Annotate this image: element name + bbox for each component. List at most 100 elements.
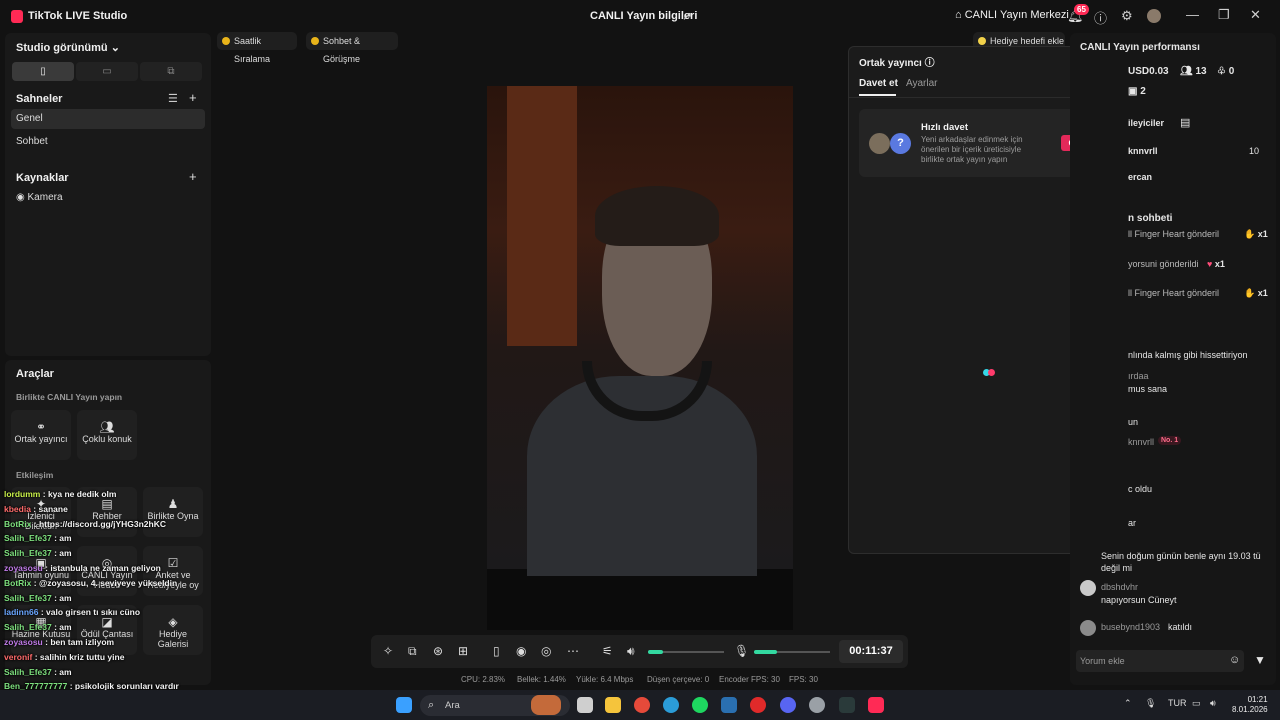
camera-switch-icon[interactable]: ◎ bbox=[541, 644, 551, 658]
gift-count-value: x1 bbox=[1257, 288, 1268, 298]
multi-guest-tool-button[interactable]: 👥︎ Çoklu konuk bbox=[77, 410, 137, 460]
streamer-hair bbox=[595, 186, 719, 246]
clock-time: 01:21 bbox=[1247, 695, 1268, 704]
help-icon[interactable]: ⓘ bbox=[1094, 8, 1107, 27]
edge-icon[interactable] bbox=[663, 697, 679, 713]
export-icon[interactable]: ▤ bbox=[1180, 116, 1190, 129]
chat-line: zoyasosu : ben tam izliyom bbox=[4, 637, 114, 647]
add-source-icon[interactable]: + bbox=[189, 169, 197, 184]
language-indicator[interactable]: TUR bbox=[1168, 698, 1187, 708]
chat-message: un bbox=[1128, 417, 1139, 427]
scene-item-genel[interactable]: Genel bbox=[11, 109, 205, 129]
mic-icon[interactable]: 🎙︎ bbox=[734, 644, 749, 658]
steam-icon[interactable] bbox=[721, 697, 737, 713]
chrome-icon[interactable] bbox=[634, 697, 650, 713]
chat-overlay: lordumm : kya ne dedik olm kbedia : sanan… bbox=[3, 485, 203, 720]
gift-count: ✋ x1 bbox=[1244, 229, 1268, 240]
chat-message: c oldu bbox=[1128, 484, 1153, 494]
widget-icon[interactable] bbox=[531, 695, 561, 715]
chat-message: Senin doğum günün benle aynı 19.03 tü de… bbox=[1101, 551, 1261, 573]
landscape-view-button[interactable]: ▭ bbox=[76, 62, 138, 81]
app-icon[interactable] bbox=[809, 697, 825, 713]
close-icon[interactable]: ✕ bbox=[1250, 7, 1261, 23]
join-message: katıldı bbox=[1168, 622, 1193, 632]
discord-icon[interactable] bbox=[780, 697, 796, 713]
tray-chevron-icon[interactable]: ⌃ bbox=[1124, 698, 1132, 709]
share-icon[interactable]: ↗ bbox=[682, 9, 692, 23]
studio-view-dropdown[interactable]: Studio görünümü ⌄ bbox=[16, 41, 120, 54]
tab-invite[interactable]: Davet et bbox=[859, 78, 898, 89]
pill-label: Sohbet & Görüşme bbox=[323, 36, 361, 64]
finger-heart-icon: ✋ bbox=[1244, 288, 1258, 298]
stream-timer: 00:11:37 bbox=[839, 640, 903, 663]
chat-message: mus sana bbox=[1128, 384, 1168, 394]
chat-text: ben tam izliyom bbox=[50, 637, 115, 647]
chat-username: BotRix bbox=[4, 577, 32, 588]
tab-settings[interactable]: Ayarlar bbox=[906, 78, 938, 89]
likes-value: 0 bbox=[1228, 66, 1235, 77]
file-explorer-icon[interactable] bbox=[605, 697, 621, 713]
gift-count-value: x1 bbox=[1257, 229, 1268, 239]
viewers-value: 13 bbox=[1195, 66, 1207, 77]
volume-icon[interactable]: 🔊︎ bbox=[1210, 698, 1216, 709]
effects-icon[interactable]: ⊛ bbox=[433, 644, 443, 658]
windows-start-icon[interactable] bbox=[396, 697, 412, 713]
source-item-camera[interactable]: ◉ Kamera bbox=[11, 188, 205, 208]
chat-meeting-button[interactable]: Sohbet & Görüşme bbox=[306, 32, 398, 64]
more-icon[interactable]: ⋯ bbox=[567, 644, 579, 658]
hourly-ranking-button[interactable]: Saatlik Sıralama bbox=[217, 32, 297, 64]
tab-gifters[interactable]: ileyiciler bbox=[1128, 118, 1164, 128]
network-icon[interactable]: ▭ bbox=[1192, 698, 1201, 709]
magic-wand-icon[interactable]: ✧ bbox=[383, 644, 393, 658]
gift-message: ll Finger Heart gönderil bbox=[1128, 229, 1220, 239]
notification-badge: 65 bbox=[1074, 4, 1089, 15]
add-media-icon[interactable]: ⊞ bbox=[458, 644, 468, 658]
chat-separator: : bbox=[40, 489, 48, 499]
speaker-icon[interactable]: 🔊︎ bbox=[627, 644, 635, 659]
terminal-icon[interactable] bbox=[839, 697, 855, 713]
chat-line: veronif : salihin kriz tuttu yine bbox=[4, 652, 124, 662]
opera-icon[interactable] bbox=[750, 697, 766, 713]
chat-text: am bbox=[59, 592, 72, 603]
maximize-icon[interactable]: ❐ bbox=[1218, 7, 1230, 23]
chat-message: napıyorsun Cüneyt bbox=[1101, 595, 1177, 605]
pill-label: Saatlik Sıralama bbox=[234, 36, 271, 64]
list-icon[interactable]: ☰ bbox=[168, 92, 178, 105]
chat-line: Salih_Efe37 : am bbox=[4, 667, 72, 677]
chat-text: valo girsen tı sıkıı cüno bbox=[46, 607, 141, 618]
cohost-tool-button[interactable]: ⚭ Ortak yayıncı bbox=[11, 410, 71, 460]
fps-stat: FPS: 30 bbox=[789, 675, 818, 684]
add-scene-icon[interactable]: + bbox=[189, 90, 197, 105]
info-icon[interactable]: ⓘ bbox=[925, 58, 935, 69]
mic-icon[interactable]: 🎙︎ bbox=[1145, 698, 1156, 709]
gear-icon[interactable]: ⚙ bbox=[1121, 8, 1133, 24]
clock[interactable]: 01:21 8.01.2026 bbox=[1232, 695, 1268, 715]
filter-icon[interactable]: ▼ bbox=[1254, 653, 1266, 667]
portrait-view-button[interactable]: ▯ bbox=[12, 62, 74, 81]
emoji-icon[interactable]: ☺ bbox=[1229, 654, 1240, 666]
comment-placeholder: Yorum ekle bbox=[1080, 656, 1125, 666]
layers-icon[interactable]: ⧉ bbox=[408, 644, 417, 659]
tiktok-taskbar-icon[interactable] bbox=[868, 697, 884, 713]
spotify-icon[interactable] bbox=[692, 697, 708, 713]
modal-title: Ortak yayıncı ⓘ bbox=[859, 54, 935, 69]
comment-input[interactable]: Yorum ekle ☺ bbox=[1076, 650, 1244, 672]
live-center-label: CANLI Yayın Merkezi bbox=[964, 9, 1069, 21]
chat-separator: : bbox=[38, 607, 47, 618]
memory-stat: Bellek: 1.44% bbox=[517, 675, 566, 684]
chevron-down-icon: ⌄ bbox=[110, 42, 120, 54]
chat-user: busebynd1903 bbox=[1101, 622, 1161, 632]
dual-view-button[interactable]: ⧉ bbox=[140, 62, 202, 81]
chat-user: dbshdvhr bbox=[1101, 582, 1139, 592]
phone-icon[interactable]: ▯ bbox=[493, 644, 500, 658]
chat-text: am bbox=[59, 533, 72, 544]
settings-sliders-icon[interactable]: ⚟ bbox=[602, 644, 613, 658]
task-view-icon[interactable] bbox=[577, 697, 593, 713]
record-icon[interactable]: ◉ bbox=[516, 644, 526, 658]
live-center-button[interactable]: ⌂ CANLI Yayın Merkezi bbox=[955, 9, 1069, 21]
scene-item-sohbet[interactable]: Sohbet bbox=[11, 132, 205, 152]
minimize-icon[interactable]: — bbox=[1186, 7, 1199, 22]
gifts-value: 2 bbox=[1140, 86, 1146, 97]
chat-separator: : bbox=[31, 577, 39, 588]
avatar[interactable] bbox=[1147, 9, 1161, 23]
